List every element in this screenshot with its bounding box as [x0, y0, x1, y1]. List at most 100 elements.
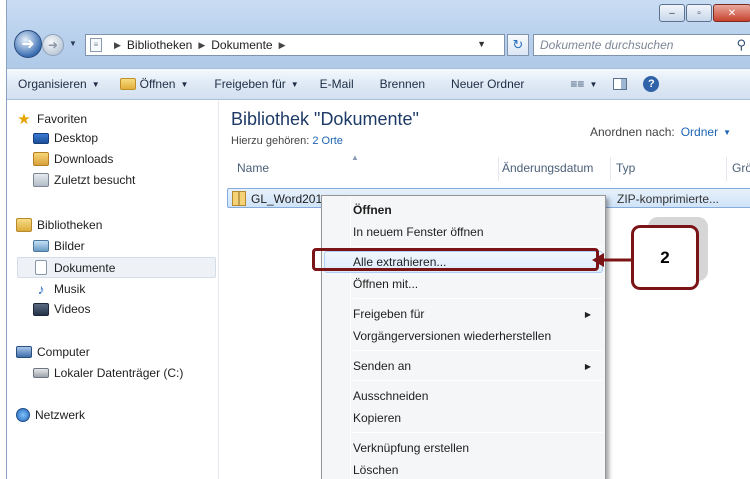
forward-button[interactable]: ➜	[42, 34, 64, 56]
star-icon: ★	[17, 111, 31, 128]
nav-item-documents[interactable]: Dokumente	[33, 260, 115, 275]
file-type: ZIP-komprimierte...	[617, 192, 720, 206]
column-header-type[interactable]: Typ	[616, 161, 635, 175]
nav-item-music[interactable]: ♪ Musik	[33, 281, 86, 297]
column-header-size[interactable]: Grö	[732, 161, 750, 175]
arrow-left-icon: ➜	[21, 36, 35, 53]
maximize-button[interactable]: ▫	[686, 4, 712, 22]
menu-item-copy[interactable]: Kopieren	[353, 411, 401, 425]
nav-label: Videos	[54, 302, 91, 316]
chevron-right-icon[interactable]: ▶	[198, 40, 205, 51]
folder-icon	[119, 78, 136, 90]
open-button[interactable]: Öffnen ▼	[119, 77, 189, 91]
menu-item-previous-versions[interactable]: Vorgängerversionen wiederherstellen	[353, 329, 551, 343]
column-header-date[interactable]: Änderungsdatum	[502, 161, 593, 175]
arrange-label: Anordnen nach:	[589, 125, 675, 139]
column-header-name[interactable]: Name	[237, 161, 269, 175]
nav-item-favorites[interactable]: ★ Favoriten	[16, 110, 87, 128]
downloads-icon	[33, 152, 49, 166]
column-divider[interactable]	[726, 157, 727, 181]
search-icon[interactable]: ⚲	[736, 37, 746, 53]
context-menu: Öffnen In neuem Fenster öffnen Alle extr…	[321, 195, 606, 479]
menu-item-open-with[interactable]: Öffnen mit...	[353, 277, 418, 291]
menu-separator	[353, 298, 603, 299]
nav-item-network[interactable]: Netzwerk	[16, 408, 85, 422]
nav-item-pictures[interactable]: Bilder	[33, 239, 85, 253]
arrange-dropdown[interactable]: Ordner	[681, 125, 718, 139]
refresh-button[interactable]: ↻	[507, 34, 529, 56]
nav-label: Downloads	[54, 152, 114, 166]
nav-item-videos[interactable]: Videos	[33, 302, 90, 316]
file-name: GL_Word201	[251, 192, 323, 206]
help-icon[interactable]: ?	[643, 76, 660, 92]
menu-item-open[interactable]: Öffnen	[353, 203, 392, 217]
nav-item-recent[interactable]: Zuletzt besucht	[33, 173, 135, 187]
minimize-button[interactable]: –	[659, 4, 685, 22]
menu-item-create-shortcut[interactable]: Verknüpfung erstellen	[353, 441, 469, 455]
nav-item-downloads[interactable]: Downloads	[33, 152, 113, 166]
caret-down-icon[interactable]: ▼	[723, 128, 731, 137]
nav-label: Lokaler Datenträger (C:)	[54, 366, 184, 380]
menu-item-delete[interactable]: Löschen	[353, 463, 398, 477]
submenu-arrow-icon: ▶	[584, 310, 591, 319]
change-view-button[interactable]: ≡≡ ▼	[570, 77, 597, 91]
caret-down-icon: ▼	[290, 79, 299, 89]
menu-item-share[interactable]: Freigeben für	[353, 307, 424, 321]
back-button[interactable]: ➜	[14, 30, 42, 58]
email-label: E-Mail	[319, 77, 354, 91]
column-divider[interactable]	[498, 157, 499, 181]
nav-label: Dokumente	[54, 260, 116, 275]
nav-item-computer[interactable]: Computer	[16, 345, 90, 359]
view-list-icon: ≡≡	[570, 77, 585, 91]
network-icon	[16, 408, 30, 422]
navigation-pane: ★ Favoriten Desktop Downloads Zuletzt bes…	[7, 101, 217, 479]
breadcrumb-libraries[interactable]: Bibliotheken	[127, 38, 192, 52]
column-divider[interactable]	[610, 157, 611, 181]
annotation-step-callout: 2	[631, 225, 699, 290]
includes-label: Hierzu gehören:	[231, 135, 310, 147]
organize-menu[interactable]: Organisieren ▼	[18, 77, 100, 91]
window-controls: – ▫ ✕	[658, 4, 750, 22]
new-folder-label: Neuer Ordner	[451, 77, 525, 91]
preview-pane-icon[interactable]	[613, 78, 628, 90]
chevron-right-icon[interactable]: ▶	[279, 40, 286, 51]
document-icon	[35, 260, 47, 275]
step-number: 2	[660, 247, 670, 267]
burn-button[interactable]: Brennen	[380, 77, 425, 91]
email-button[interactable]: E-Mail	[320, 77, 354, 91]
new-folder-button[interactable]: Neuer Ordner	[451, 77, 524, 91]
title-bar: – ▫ ✕ ➜ ➜ ▼ ≡ ▶ Bibliotheken ▶ Dokumente…	[7, 0, 750, 68]
share-label: Freigeben für	[214, 77, 286, 91]
nav-label: Desktop	[54, 131, 99, 145]
open-label: Öffnen	[139, 77, 176, 91]
breadcrumb-documents[interactable]: Dokumente	[211, 38, 272, 52]
menu-separator	[353, 350, 603, 351]
nav-label: Bilder	[54, 239, 85, 253]
nav-label: Computer	[37, 345, 90, 359]
library-title: Bibliothek "Dokumente"	[231, 109, 419, 129]
close-button[interactable]: ✕	[713, 4, 750, 22]
address-bar[interactable]: ≡ ▶ Bibliotheken ▶ Dokumente ▶ ▼	[85, 34, 505, 56]
nav-item-libraries[interactable]: Bibliotheken	[16, 218, 102, 232]
menu-item-open-new-window[interactable]: In neuem Fenster öffnen	[353, 225, 484, 239]
caret-down-icon: ▼	[180, 79, 189, 89]
annotation-highlight-box	[312, 248, 599, 271]
breadcrumb: ▶ Bibliotheken ▶ Dokumente ▶	[108, 38, 292, 52]
refresh-icon: ↻	[512, 37, 524, 52]
pictures-icon	[33, 240, 49, 252]
nav-item-local-disk[interactable]: Lokaler Datenträger (C:)	[33, 366, 183, 380]
includes-locations-link[interactable]: 2 Orte	[312, 135, 343, 147]
library-includes: Hierzu gehören: 2 Orte	[231, 135, 343, 147]
nav-label: Favoriten	[37, 112, 88, 126]
menu-item-send-to[interactable]: Senden an	[353, 359, 411, 373]
address-dropdown-icon[interactable]: ▼	[477, 39, 486, 49]
nav-label: Zuletzt besucht	[54, 173, 136, 187]
recent-pages-dropdown[interactable]: ▼	[69, 39, 77, 48]
chevron-right-icon[interactable]: ▶	[114, 40, 121, 51]
share-menu[interactable]: Freigeben für ▼	[214, 77, 298, 91]
nav-label: Musik	[54, 282, 86, 296]
search-field[interactable]: Dokumente durchsuchen ⚲	[533, 34, 750, 56]
nav-item-desktop[interactable]: Desktop	[33, 131, 98, 145]
organize-label: Organisieren	[18, 77, 87, 91]
menu-item-cut[interactable]: Ausschneiden	[353, 389, 428, 403]
